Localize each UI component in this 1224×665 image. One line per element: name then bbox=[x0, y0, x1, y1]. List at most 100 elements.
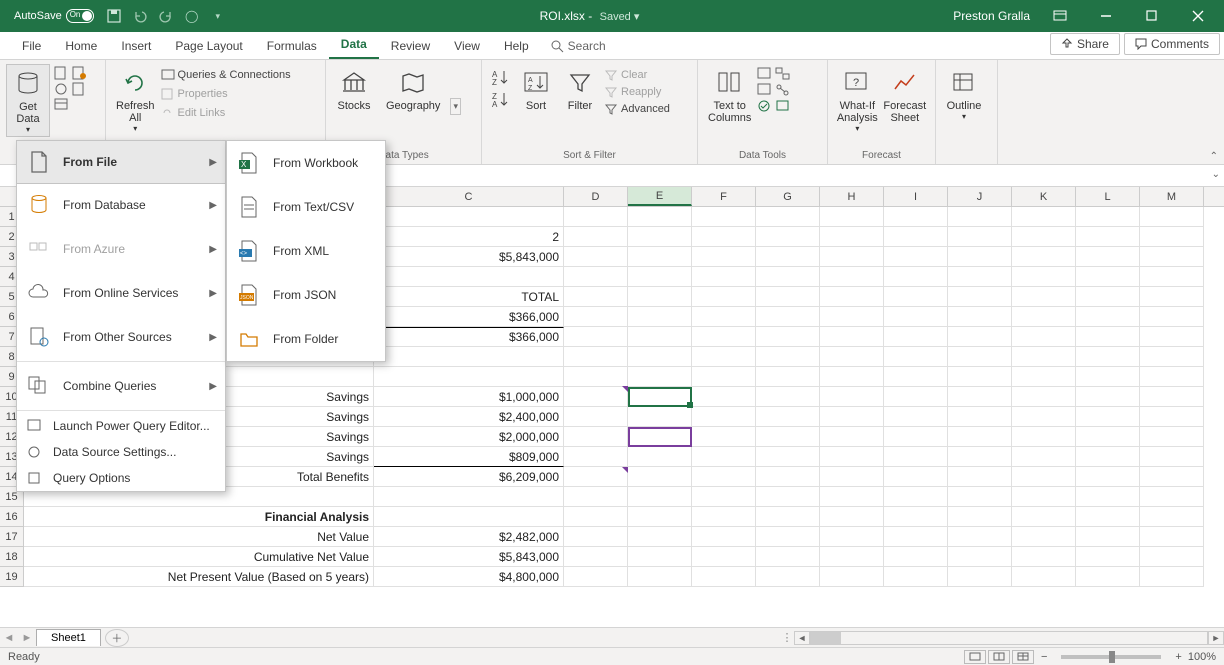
menu-query-options[interactable]: Query Options bbox=[17, 465, 225, 491]
cell-C11[interactable]: $2,400,000 bbox=[374, 407, 564, 427]
cell-H10[interactable] bbox=[820, 387, 884, 407]
cell-L7[interactable] bbox=[1076, 327, 1140, 347]
user-name[interactable]: Preston Gralla bbox=[953, 9, 1030, 23]
cell-K19[interactable] bbox=[1012, 567, 1076, 587]
cell-K11[interactable] bbox=[1012, 407, 1076, 427]
recent-sources-small-icon[interactable] bbox=[72, 66, 88, 80]
column-header-C[interactable]: C bbox=[374, 187, 564, 206]
cell-L1[interactable] bbox=[1076, 207, 1140, 227]
cell-C8[interactable] bbox=[374, 347, 564, 367]
tab-data[interactable]: Data bbox=[329, 31, 379, 59]
menu-ds-settings[interactable]: Data Source Settings... bbox=[17, 439, 225, 465]
submenu-from-folder[interactable]: From Folder bbox=[227, 317, 385, 361]
cell-J13[interactable] bbox=[948, 447, 1012, 467]
cell-G7[interactable] bbox=[756, 327, 820, 347]
cell-D13[interactable] bbox=[564, 447, 628, 467]
zoom-in-button[interactable]: + bbox=[1175, 651, 1181, 663]
cell-M1[interactable] bbox=[1140, 207, 1204, 227]
cell-E14[interactable] bbox=[628, 467, 692, 487]
tab-review[interactable]: Review bbox=[379, 33, 442, 59]
cell-E9[interactable] bbox=[628, 367, 692, 387]
hscroll-left[interactable]: ◄ bbox=[794, 631, 810, 645]
data-model-icon[interactable] bbox=[775, 99, 791, 113]
text-to-columns-button[interactable]: Text to Columns bbox=[704, 64, 755, 126]
cell-G9[interactable] bbox=[756, 367, 820, 387]
cell-I13[interactable] bbox=[884, 447, 948, 467]
column-header-D[interactable]: D bbox=[564, 187, 628, 206]
cell-G13[interactable] bbox=[756, 447, 820, 467]
cell-C6[interactable]: $366,000 bbox=[374, 307, 564, 327]
cell-E5[interactable] bbox=[628, 287, 692, 307]
existing-conn-small-icon[interactable] bbox=[72, 82, 88, 96]
row-header-17[interactable]: 17 bbox=[0, 527, 24, 547]
cell-H15[interactable] bbox=[820, 487, 884, 507]
tab-insert[interactable]: Insert bbox=[109, 33, 163, 59]
column-header-M[interactable]: M bbox=[1140, 187, 1204, 206]
cell-C16[interactable] bbox=[374, 507, 564, 527]
cell-E2[interactable] bbox=[628, 227, 692, 247]
cell-C4[interactable] bbox=[374, 267, 564, 287]
cell-I11[interactable] bbox=[884, 407, 948, 427]
get-data-button[interactable]: Get Data ▾ bbox=[6, 64, 50, 137]
qat-dropdown-icon[interactable]: ▾ bbox=[210, 8, 226, 24]
cell-H13[interactable] bbox=[820, 447, 884, 467]
cell-D14[interactable] bbox=[564, 467, 628, 487]
cell-J15[interactable] bbox=[948, 487, 1012, 507]
tell-me-search[interactable]: Search bbox=[541, 33, 616, 59]
cell-B18[interactable]: Cumulative Net Value bbox=[24, 547, 374, 567]
cell-M12[interactable] bbox=[1140, 427, 1204, 447]
cell-J17[interactable] bbox=[948, 527, 1012, 547]
cell-G2[interactable] bbox=[756, 227, 820, 247]
filter-button[interactable]: Filter bbox=[558, 64, 602, 114]
cell-G14[interactable] bbox=[756, 467, 820, 487]
column-header-F[interactable]: F bbox=[692, 187, 756, 206]
cell-D8[interactable] bbox=[564, 347, 628, 367]
from-text-small-icon[interactable] bbox=[54, 66, 70, 80]
cell-M6[interactable] bbox=[1140, 307, 1204, 327]
cell-K2[interactable] bbox=[1012, 227, 1076, 247]
cell-K8[interactable] bbox=[1012, 347, 1076, 367]
zoom-level[interactable]: 100% bbox=[1188, 651, 1216, 663]
cell-C12[interactable]: $2,000,000 bbox=[374, 427, 564, 447]
cell-M16[interactable] bbox=[1140, 507, 1204, 527]
cell-F18[interactable] bbox=[692, 547, 756, 567]
new-sheet-button[interactable]: ＋ bbox=[105, 629, 129, 647]
cell-K6[interactable] bbox=[1012, 307, 1076, 327]
cell-E18[interactable] bbox=[628, 547, 692, 567]
cell-E11[interactable] bbox=[628, 407, 692, 427]
autosave-switch[interactable]: On bbox=[66, 9, 94, 23]
cell-I7[interactable] bbox=[884, 327, 948, 347]
column-header-G[interactable]: G bbox=[756, 187, 820, 206]
cell-F5[interactable] bbox=[692, 287, 756, 307]
sheet-nav-next[interactable]: ► bbox=[18, 632, 36, 644]
cell-F11[interactable] bbox=[692, 407, 756, 427]
cell-J2[interactable] bbox=[948, 227, 1012, 247]
cell-C17[interactable]: $2,482,000 bbox=[374, 527, 564, 547]
cell-J9[interactable] bbox=[948, 367, 1012, 387]
cell-H8[interactable] bbox=[820, 347, 884, 367]
tab-view[interactable]: View bbox=[442, 33, 492, 59]
cell-M15[interactable] bbox=[1140, 487, 1204, 507]
tab-help[interactable]: Help bbox=[492, 33, 541, 59]
cell-K14[interactable] bbox=[1012, 467, 1076, 487]
page-layout-view-button[interactable] bbox=[988, 650, 1010, 664]
cell-L3[interactable] bbox=[1076, 247, 1140, 267]
cell-D15[interactable] bbox=[564, 487, 628, 507]
cell-E17[interactable] bbox=[628, 527, 692, 547]
cell-H9[interactable] bbox=[820, 367, 884, 387]
cell-K15[interactable] bbox=[1012, 487, 1076, 507]
cell-G18[interactable] bbox=[756, 547, 820, 567]
cell-H4[interactable] bbox=[820, 267, 884, 287]
cell-I6[interactable] bbox=[884, 307, 948, 327]
cell-G16[interactable] bbox=[756, 507, 820, 527]
cell-B17[interactable]: Net Value bbox=[24, 527, 374, 547]
cell-F10[interactable] bbox=[692, 387, 756, 407]
sort-desc-button[interactable]: ZA bbox=[490, 90, 510, 108]
cell-I3[interactable] bbox=[884, 247, 948, 267]
cell-L17[interactable] bbox=[1076, 527, 1140, 547]
cell-F15[interactable] bbox=[692, 487, 756, 507]
cell-G5[interactable] bbox=[756, 287, 820, 307]
cell-C10[interactable]: $1,000,000 bbox=[374, 387, 564, 407]
stocks-button[interactable]: Stocks bbox=[332, 64, 376, 114]
row-header-18[interactable]: 18 bbox=[0, 547, 24, 567]
